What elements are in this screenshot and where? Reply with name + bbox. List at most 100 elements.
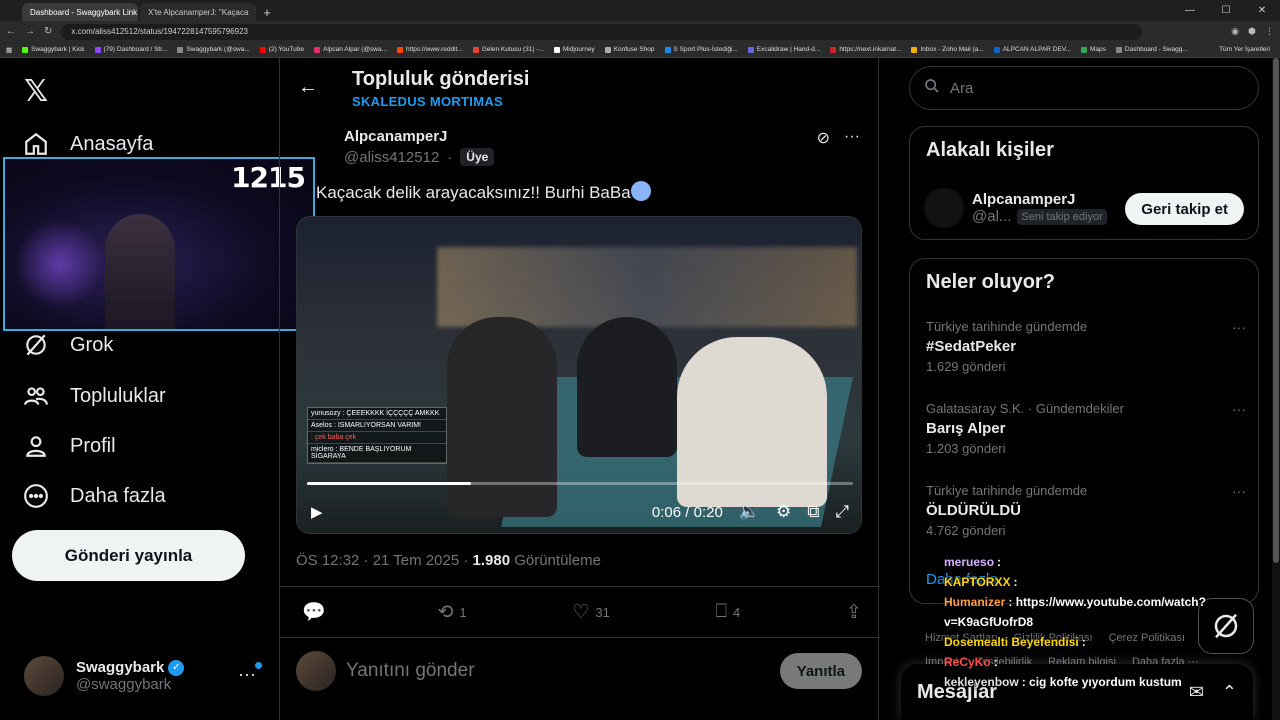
post-text: Kaçacak delik arayacaksınız!! Burhi BaBa xyxy=(316,181,651,203)
bookmark-favicon-icon xyxy=(94,46,101,53)
bookmark-item[interactable]: Gelen Kutusu (31) -... xyxy=(472,46,544,53)
bookmark-favicon-icon xyxy=(397,46,404,53)
more-options-icon[interactable]: ··· xyxy=(1232,483,1246,499)
play-icon[interactable]: ▶ xyxy=(311,503,323,521)
bookmark-favicon-icon xyxy=(472,46,479,53)
bookmark-item[interactable]: https://next.inkarnat... xyxy=(830,46,901,53)
bookmark-label: Gelen Kutusu (31) -... xyxy=(481,46,544,53)
sidebar-item-home[interactable]: Anasayfa xyxy=(22,130,153,158)
video-progress-bar[interactable] xyxy=(307,482,853,485)
bookmark-item[interactable]: ALPCAN ALPAR DEV... xyxy=(993,46,1071,53)
more-options-icon[interactable]: ··· xyxy=(844,128,860,148)
avatar xyxy=(24,656,64,696)
close-tab-icon[interactable]: ✕ xyxy=(254,7,256,18)
trend-item[interactable]: Türkiye tarihinde gündemde ÖLDÜRÜLDÜ 4.7… xyxy=(926,483,1246,538)
url-input[interactable]: x.com/aliss412512/status/194722814759579… xyxy=(61,23,1143,40)
account-display-name: Swaggybark xyxy=(76,659,165,676)
apps-icon[interactable]: ▦ xyxy=(6,46,12,54)
avatar xyxy=(296,651,336,691)
more-options-icon[interactable]: ··· xyxy=(1232,319,1246,335)
close-window-button[interactable]: ✕ xyxy=(1244,0,1280,21)
bookmark-item[interactable]: Alpcan Alpar (@swa... xyxy=(313,46,387,53)
extension-icon[interactable]: ⋮ xyxy=(1265,26,1274,37)
trend-item[interactable]: Galatasaray S.K. · Gündemdekiler Barış A… xyxy=(926,401,1246,456)
sidebar-item-communities[interactable]: Topluluklar xyxy=(22,382,166,410)
post-actions: 💬 ⟲ 1 ♡ 31 ⎕ 4 ⇪ xyxy=(280,586,880,638)
bookmark-item[interactable]: Dashboard - Swagg... xyxy=(1115,46,1188,53)
x-logo-icon[interactable]: 𝕏 xyxy=(24,74,48,109)
reply-button[interactable]: 💬 xyxy=(302,600,332,624)
bookmark-favicon-icon xyxy=(259,46,266,53)
bookmark-item[interactable]: Midjourney xyxy=(553,46,595,53)
search-input[interactable]: Ara xyxy=(909,66,1259,110)
related-person-handle-row: @al... Seni takip ediyor xyxy=(972,208,1107,225)
bookmark-item[interactable]: Swaggybark (@swa... xyxy=(177,46,250,53)
fullscreen-icon[interactable]: ⤢ xyxy=(835,502,849,522)
bookmark-item[interactable]: Swaggybark | Kick xyxy=(22,46,85,53)
all-bookmarks-link[interactable]: Tüm Yer İşaretleri xyxy=(1219,46,1280,53)
bookmark-item[interactable]: Inbox - Zoho Mail (a... xyxy=(911,46,984,53)
reply-input[interactable]: Yanıtını gönder xyxy=(346,660,475,682)
video-player[interactable]: yunusozy : ÇEEEKKKK İÇÇÇÇÇ AMKKK Aselos :… xyxy=(296,216,862,534)
back-arrow-icon[interactable]: ← xyxy=(298,76,318,99)
bookmark-label: (79) Dashboard / Str... xyxy=(103,46,168,53)
related-person[interactable]: AlpcanamperJ @al... Seni takip ediyor Ger… xyxy=(924,183,1244,233)
bookmark-item[interactable]: (2) YouTube xyxy=(259,46,304,53)
sidebar-item-profile[interactable]: Profil xyxy=(22,432,116,460)
extension-icon[interactable]: ⬢ xyxy=(1248,26,1256,37)
sidebar-item-more[interactable]: Daha fazla xyxy=(22,482,166,510)
search-placeholder: Ara xyxy=(950,79,974,97)
bookmark-icon: ⎕ xyxy=(715,601,728,622)
maximize-button[interactable]: ☐ xyxy=(1208,0,1244,21)
bookmark-button[interactable]: ⎕ 4 xyxy=(716,601,741,623)
author-name[interactable]: AlpcanamperJ xyxy=(344,128,447,145)
volume-icon[interactable]: 🔈 xyxy=(739,502,760,522)
browser-tab[interactable]: Dashboard - Swaggybark Link✕ xyxy=(22,3,138,21)
bookmark-favicon-icon xyxy=(177,46,184,53)
trend-title: #SedatPeker xyxy=(926,338,1017,355)
reload-icon[interactable]: ↻ xyxy=(44,26,52,37)
follow-back-button[interactable]: Geri takip et xyxy=(1125,193,1244,225)
video-chat-overlay: yunusozy : ÇEEEKKKK İÇÇÇÇÇ AMKKK Aselos :… xyxy=(307,407,447,464)
post-button[interactable]: Gönderi yayınla xyxy=(12,530,245,581)
more-options-icon[interactable]: ··· xyxy=(1232,401,1246,417)
reply-submit-button[interactable]: Yanıtla xyxy=(779,653,862,689)
video-person xyxy=(577,317,677,457)
sidebar-item-label: Anasayfa xyxy=(70,132,154,155)
grok-icon[interactable]: ⊘ xyxy=(817,128,830,148)
bookmark-favicon-icon xyxy=(1081,46,1087,53)
share-button[interactable]: ⇪ xyxy=(846,601,862,624)
account-switcher[interactable]: Swaggybark ✓ @swaggybark ··· xyxy=(24,654,274,698)
extension-icon[interactable]: ◉ xyxy=(1231,26,1239,37)
bookmark-item[interactable]: Excalidraw | Hand-d... xyxy=(747,46,820,53)
back-nav-icon[interactable]: ← xyxy=(6,26,16,37)
profile-icon xyxy=(22,432,50,460)
stream-chat-line: Dosemealti Beyefendisi: xyxy=(944,632,1244,652)
stream-chat-line: Humanizer: https://www.youtube.com/watch… xyxy=(944,592,1244,632)
author-handle[interactable]: @aliss412512 xyxy=(344,149,439,166)
scrollbar-thumb[interactable] xyxy=(1273,58,1279,563)
bookmark-item[interactable]: Maps xyxy=(1081,46,1106,53)
page-scrollbar[interactable] xyxy=(1272,58,1280,720)
settings-icon[interactable]: ⚙ xyxy=(776,502,791,522)
trend-count: 1.203 gönderi xyxy=(926,441,1006,456)
trend-item[interactable]: Türkiye tarihinde gündemde #SedatPeker 1… xyxy=(926,319,1246,374)
bookmark-item[interactable]: Konfuse Shop xyxy=(604,46,655,53)
bookmark-item[interactable]: (79) Dashboard / Str... xyxy=(94,46,168,53)
community-name-link[interactable]: SKALEDUS MORTIMAS xyxy=(352,94,503,109)
bookmark-item[interactable]: S Sport Plus-İstediği... xyxy=(664,46,738,53)
repost-button[interactable]: ⟲ 1 xyxy=(437,601,466,624)
like-button[interactable]: ♡ 31 xyxy=(572,601,610,624)
author-handle-row: @aliss412512 · Üye xyxy=(344,148,495,166)
sidebar-item-label: Topluluklar xyxy=(70,384,166,407)
picture-in-picture-icon[interactable]: ⧉ xyxy=(807,502,819,522)
stream-chat-text: : xyxy=(993,655,998,669)
post-timestamp[interactable]: ÖS 12:32 · 21 Tem 2025 · xyxy=(296,552,473,569)
minimize-button[interactable]: — xyxy=(1172,0,1208,21)
new-tab-button[interactable]: + xyxy=(258,3,276,21)
bookmark-item[interactable]: https://www.reddit... xyxy=(397,46,463,53)
more-options-icon[interactable]: ··· xyxy=(238,662,262,685)
sidebar-item-grok[interactable]: Grok xyxy=(22,331,113,359)
browser-tab[interactable]: X'te AlpcanamperJ: "Kaçaca ✕ xyxy=(140,3,256,21)
forward-nav-icon[interactable]: → xyxy=(25,26,35,37)
